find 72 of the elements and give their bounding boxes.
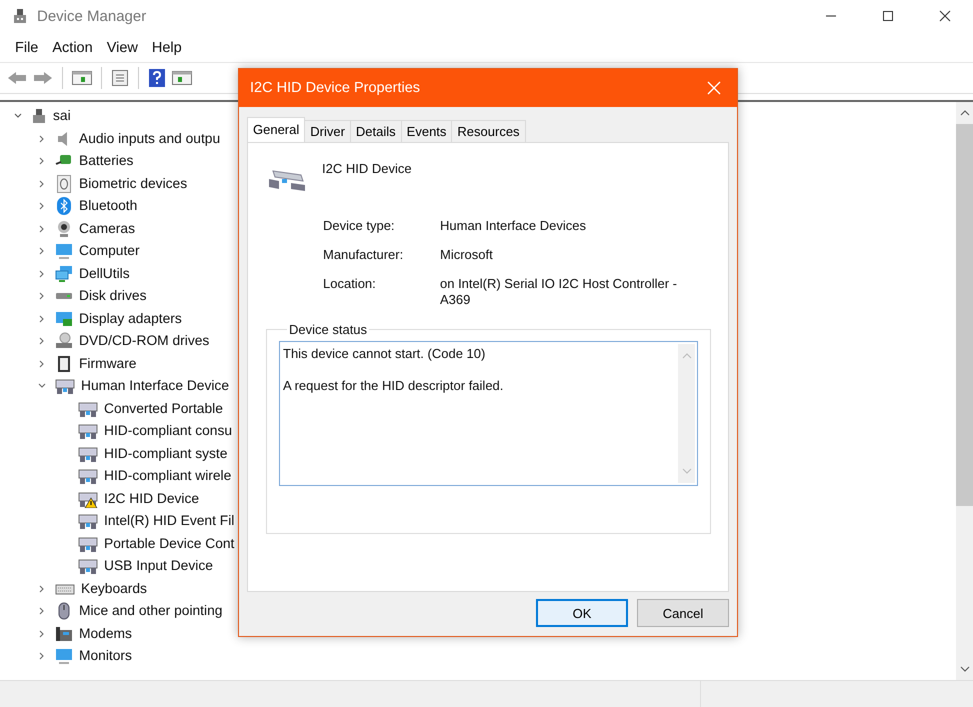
action-pane-icon[interactable] bbox=[172, 70, 192, 86]
dialog-button[interactable]: OK bbox=[536, 599, 628, 627]
fax-machine-icon bbox=[55, 624, 73, 643]
dialog-button[interactable]: Cancel bbox=[637, 599, 729, 627]
properties-icon[interactable] bbox=[111, 69, 129, 87]
menu-item[interactable]: View bbox=[100, 38, 145, 58]
dialog-title: I2C HID Device Properties bbox=[250, 80, 420, 96]
property-value: Microsoft bbox=[440, 247, 494, 263]
tree-item[interactable]: Bluetooth bbox=[79, 197, 138, 216]
disk-drive-icon bbox=[56, 293, 72, 300]
tree-item[interactable]: Disk drives bbox=[79, 287, 146, 306]
input-device-icon bbox=[55, 377, 75, 396]
status-text-box[interactable]: This device cannot start. (Code 10) A request for the HID descriptor failed. bbox=[279, 341, 698, 486]
property-value: on Intel(R) Serial IO I2C Host Controller - A369 bbox=[440, 276, 678, 308]
menu-item[interactable]: Help bbox=[144, 38, 189, 58]
tab[interactable]: Resources bbox=[451, 120, 526, 142]
optical-drive-icon bbox=[55, 332, 73, 350]
bluetooth-icon bbox=[55, 197, 73, 216]
display-adapter-icon bbox=[55, 310, 73, 328]
fingerprint-icon bbox=[55, 174, 73, 193]
computer-icon bbox=[31, 108, 47, 124]
tree-item[interactable]: Firmware bbox=[79, 354, 136, 373]
property-label: Device type: bbox=[323, 218, 396, 234]
webcam-icon bbox=[55, 220, 73, 238]
close-icon bbox=[707, 81, 721, 95]
menu-item[interactable]: Action bbox=[45, 38, 100, 58]
status-message: A request for the HID descriptor failed. bbox=[283, 378, 504, 394]
group-title: Device status bbox=[288, 322, 368, 337]
tab[interactable]: General bbox=[247, 117, 306, 142]
monitor-icon bbox=[55, 647, 73, 666]
device-name: I2C HID Device bbox=[322, 161, 412, 176]
tree-item[interactable]: Keyboards bbox=[81, 580, 147, 598]
tree-item[interactable]: I2C HID Device bbox=[104, 490, 200, 508]
scrollbar[interactable] bbox=[956, 102, 973, 680]
scroll-up-icon[interactable] bbox=[960, 110, 970, 116]
tree-item[interactable]: DellUtils bbox=[79, 264, 130, 283]
help-icon[interactable] bbox=[148, 68, 166, 88]
tree-item[interactable]: HID-compliant syste bbox=[104, 444, 228, 463]
tree-item[interactable]: Biometric devices bbox=[79, 174, 188, 193]
tree-item[interactable]: Display adapters bbox=[79, 310, 182, 328]
tree-item[interactable]: Intel(R) HID Event Fil bbox=[104, 512, 234, 530]
tree-item[interactable]: DVD/CD-ROM drives bbox=[79, 332, 210, 350]
status-message: This device cannot start. (Code 10) bbox=[283, 346, 486, 362]
property-label: Manufacturer: bbox=[323, 247, 404, 263]
tree-item[interactable]: Computer bbox=[79, 242, 140, 260]
property-label: Location: bbox=[323, 276, 377, 292]
console-tree-icon[interactable] bbox=[72, 70, 92, 86]
tree-item[interactable]: Audio inputs and outpu bbox=[79, 130, 220, 148]
tree-item[interactable]: USB Input Device bbox=[104, 557, 213, 576]
tree-item[interactable]: Converted Portable bbox=[104, 400, 223, 418]
scroll-down-icon[interactable] bbox=[960, 666, 970, 672]
window-title: Device Manager bbox=[37, 8, 146, 24]
monitors-icon bbox=[55, 264, 73, 283]
monitor-icon bbox=[55, 242, 73, 260]
tree-item[interactable]: Mice and other pointing bbox=[79, 602, 222, 620]
app-icon bbox=[12, 8, 28, 24]
chip-icon bbox=[55, 354, 73, 373]
tree-item[interactable]: Monitors bbox=[79, 647, 132, 666]
tree-item[interactable]: HID-compliant consu bbox=[104, 422, 232, 440]
tree-item[interactable]: Batteries bbox=[79, 152, 134, 170]
maximize-icon bbox=[882, 10, 894, 22]
back-arrow-icon[interactable] bbox=[7, 70, 27, 86]
tree-item[interactable]: Cameras bbox=[79, 220, 135, 238]
tree-item[interactable]: Portable Device Cont bbox=[104, 534, 234, 553]
tree-item[interactable]: Modems bbox=[79, 624, 132, 643]
tree-item[interactable]: Human Interface Device bbox=[81, 377, 229, 396]
tree-item[interactable]: HID-compliant wirele bbox=[104, 467, 232, 486]
property-value: Human Interface Devices bbox=[440, 218, 587, 234]
forward-arrow-icon[interactable] bbox=[33, 70, 53, 86]
tree-item[interactable]: sai bbox=[53, 107, 71, 126]
close-icon bbox=[938, 10, 950, 22]
menu-item[interactable]: File bbox=[8, 38, 46, 58]
